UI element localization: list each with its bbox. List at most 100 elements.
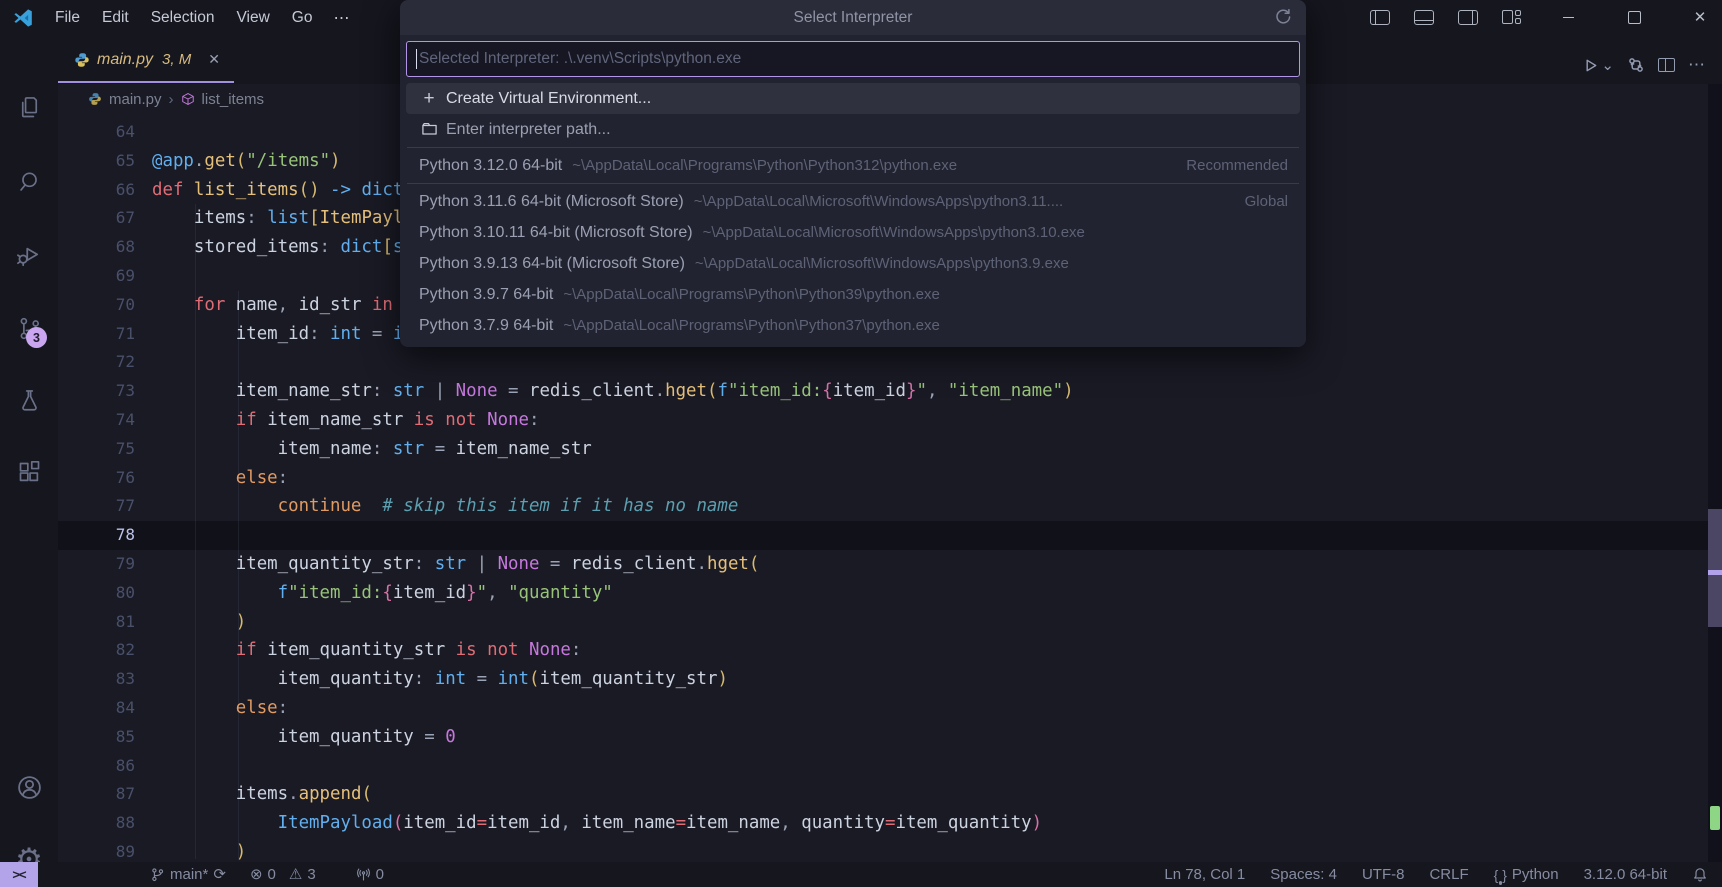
overview-ruler-cursor-marker [1708,570,1722,575]
remote-indicator[interactable]: >< [0,862,38,887]
overview-ruler-green-marker [1710,806,1720,830]
eol-status[interactable]: CRLF [1429,866,1468,883]
quickpick-item[interactable]: Python 3.9.7 64-bit~\AppData\Local\Progr… [406,279,1300,310]
open-changes-icon[interactable] [1627,56,1645,74]
code-line[interactable] [152,348,1074,377]
code-line[interactable]: if item_quantity_str is not None: [152,636,1074,665]
breadcrumb-file[interactable]: main.py [109,91,162,108]
encoding-status[interactable]: UTF-8 [1362,866,1405,883]
code-line[interactable] [152,521,1074,550]
account-icon[interactable] [14,772,44,802]
code-line[interactable]: item_quantity_str: str | None = redis_cl… [152,550,1074,579]
breadcrumb-symbol[interactable]: list_items [202,91,265,108]
interpreter-tag: Global [1245,193,1288,210]
quickpick-titlebar: Select Interpreter [400,0,1306,35]
quickpick-item-label: Python 3.7.9 64-bit [419,317,553,335]
quickpick-item[interactable]: Python 3.7.9 64-bit~\AppData\Local\Progr… [406,310,1300,341]
line-number: 77 [58,492,135,521]
editor-gutter: 6465666768697071727374757677787980818283… [58,118,135,867]
line-number: 88 [58,809,135,838]
python-interpreter-status[interactable]: 3.12.0 64-bit [1584,866,1667,883]
branch-status[interactable]: main* ⟳ [150,866,226,883]
vscode-window: 6465666768697071727374757677787980818283… [0,0,1722,887]
testing-icon[interactable] [14,385,44,415]
interpreter-path: ~\AppData\Local\Programs\Python\Python31… [572,157,1174,174]
code-line[interactable]: item_quantity = 0 [152,723,1074,752]
tab-close-icon[interactable]: ✕ [208,51,220,68]
explorer-icon[interactable] [14,92,44,122]
quickpick-item[interactable]: +Create Virtual Environment... [406,83,1300,114]
editor-toolbar: ⌄ ⋯ [1582,49,1706,81]
quickpick-item[interactable]: Python 3.9.13 64-bit (Microsoft Store)~\… [406,248,1300,279]
menu-view[interactable]: View [225,0,280,35]
line-number: 83 [58,665,135,694]
chevron-down-icon[interactable]: ⌄ [1601,58,1614,73]
code-line[interactable]: item_name_str: str | None = redis_client… [152,377,1074,406]
split-editor-icon[interactable] [1658,58,1675,72]
layout-sidebar-left-icon[interactable] [1358,0,1402,35]
search-icon[interactable] [14,166,44,196]
maximize-button[interactable] [1612,0,1656,35]
code-line[interactable]: else: [152,694,1074,723]
run-debug-icon[interactable] [14,240,44,270]
indentation-status[interactable]: Spaces: 4 [1270,866,1337,883]
quickpick-item-label: Enter interpreter path... [446,121,611,139]
refresh-icon[interactable] [1273,7,1293,27]
quickpick-item[interactable]: Python 3.11.6 64-bit (Microsoft Store)~\… [406,186,1300,217]
interpreter-search-input[interactable] [407,42,1299,76]
layout-panel-icon[interactable] [1402,0,1446,35]
notifications-bell-icon[interactable] [1692,867,1708,883]
menu-edit[interactable]: Edit [91,0,140,35]
quickpick-item[interactable]: Python 3.12.0 64-bit~\AppData\Local\Prog… [406,150,1300,181]
run-python-file-button[interactable]: ⌄ [1582,57,1614,74]
quickpick-list: +Create Virtual Environment... Enter inte… [406,83,1300,341]
scm-changes-badge: 3 [26,327,47,348]
tab-main-py[interactable]: main.py 3, M ✕ [58,35,234,84]
code-line[interactable]: else: [152,464,1074,493]
code-line[interactable] [152,752,1074,781]
line-number: 87 [58,780,135,809]
menu-go[interactable]: Go [281,0,324,35]
interpreter-path: ~\AppData\Local\Microsoft\WindowsApps\py… [694,193,1233,210]
python-file-icon [74,52,90,68]
line-number: 84 [58,694,135,723]
line-number: 75 [58,435,135,464]
editor-more-actions-icon[interactable]: ⋯ [1688,55,1706,75]
sync-icon[interactable]: ⟳ [213,867,226,882]
quickpick-body: +Create Virtual Environment... Enter inte… [400,35,1306,347]
code-line[interactable]: ) [152,608,1074,637]
cursor-position-status[interactable]: Ln 78, Col 1 [1164,866,1245,883]
language-status[interactable]: { } Python [1494,866,1559,883]
tab-label: main.py [97,51,153,69]
ports-status[interactable]: 0 [356,866,384,883]
editor-scrollbar-track[interactable] [1708,84,1722,862]
line-number: 68 [58,233,135,262]
quickpick-separator [407,147,1299,148]
line-number: 73 [58,377,135,406]
menu-selection[interactable]: Selection [140,0,226,35]
ports-count: 0 [376,866,384,883]
menu-file[interactable]: File [44,0,91,35]
layout-sidebar-right-icon[interactable] [1446,0,1490,35]
folder-icon [419,121,439,138]
quickpick-item[interactable]: Enter interpreter path... [406,114,1300,145]
close-button[interactable]: ✕ [1678,0,1722,35]
code-line[interactable]: items.append( [152,780,1074,809]
line-number: 82 [58,636,135,665]
minimize-button[interactable] [1546,0,1590,35]
extensions-icon[interactable] [14,457,44,487]
code-line[interactable]: item_name: str = item_name_str [152,435,1074,464]
menu-more-icon[interactable]: ⋯ [323,8,359,28]
quickpick-separator [407,183,1299,184]
status-bar: >< main* ⟳ ⊗ 0 ⚠ 3 0 Ln 78, Col 1 Spaces… [0,862,1722,887]
customize-layout-icon[interactable] [1490,0,1534,35]
line-number: 72 [58,348,135,377]
code-line[interactable]: f"item_id:{item_id}", "quantity" [152,579,1074,608]
code-line[interactable]: if item_name_str is not None: [152,406,1074,435]
problems-status[interactable]: ⊗ 0 ⚠ 3 [250,866,316,883]
scrollbar-thumb[interactable] [1708,509,1722,627]
code-line[interactable]: ItemPayload(item_id=item_id, item_name=i… [152,809,1074,838]
code-line[interactable]: continue # skip this item if it has no n… [152,492,1074,521]
quickpick-item[interactable]: Python 3.10.11 64-bit (Microsoft Store)~… [406,217,1300,248]
code-line[interactable]: item_quantity: int = int(item_quantity_s… [152,665,1074,694]
